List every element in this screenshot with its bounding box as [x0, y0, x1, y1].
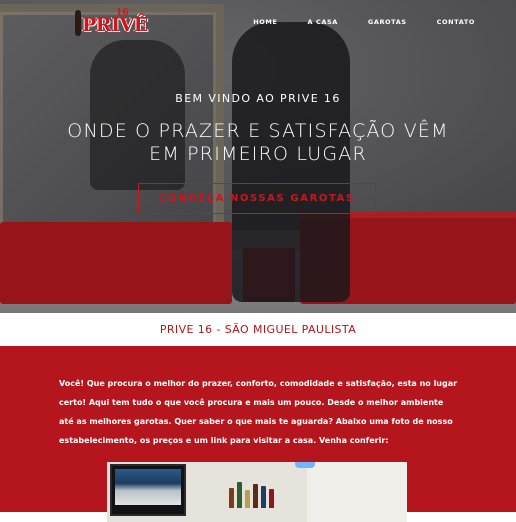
- nav-item-home[interactable]: HOME: [253, 18, 277, 26]
- nav-item-contato[interactable]: CONTATO: [437, 18, 475, 26]
- content-section: Você! Que procura o melhor do prazer, co…: [0, 346, 516, 522]
- cta-button[interactable]: CONHEÇA NOSSAS GAROTAS: [138, 183, 376, 214]
- hero-welcome: BEM VINDO AO PRIVE 16: [175, 92, 341, 105]
- bottle-icon: [261, 486, 266, 508]
- hero-headline: ONDE O PRAZER E SATISFAÇÃO VÊM EM PRIMEI…: [0, 120, 516, 166]
- bottle-icon: [229, 488, 234, 508]
- subtitle-band: PRIVE 16 - SÃO MIGUEL PAULISTA: [0, 313, 516, 346]
- bottle-icon: [237, 482, 242, 508]
- nav-item-a-casa[interactable]: A CASA: [307, 18, 337, 26]
- site-logo[interactable]: PRIVÊ 16: [72, 8, 148, 42]
- bottle-icon: [245, 490, 250, 508]
- band-title: PRIVE 16 - SÃO MIGUEL PAULISTA: [159, 323, 357, 336]
- bottle-icon: [253, 484, 258, 508]
- logo-figure-icon: [75, 10, 81, 36]
- tv-icon: [110, 464, 186, 516]
- logo-number: 16: [116, 8, 129, 18]
- hero-headline-line2: EM PRIMEIRO LUGAR: [149, 143, 367, 165]
- bottle-icon: [269, 489, 274, 508]
- bar-shelf: [227, 468, 282, 508]
- photo-wall: [307, 462, 407, 522]
- ceiling-light: [295, 462, 315, 468]
- logo-text: PRIVÊ: [82, 14, 148, 36]
- establishment-photo: [107, 462, 407, 522]
- intro-paragraph: Você! Que procura o melhor do prazer, co…: [59, 379, 458, 445]
- nav-item-garotas[interactable]: GAROTAS: [368, 18, 407, 26]
- hero-headline-line1: ONDE O PRAZER E SATISFAÇÃO VÊM: [67, 120, 449, 142]
- main-nav: HOME A CASA GAROTAS CONTATO: [253, 0, 516, 44]
